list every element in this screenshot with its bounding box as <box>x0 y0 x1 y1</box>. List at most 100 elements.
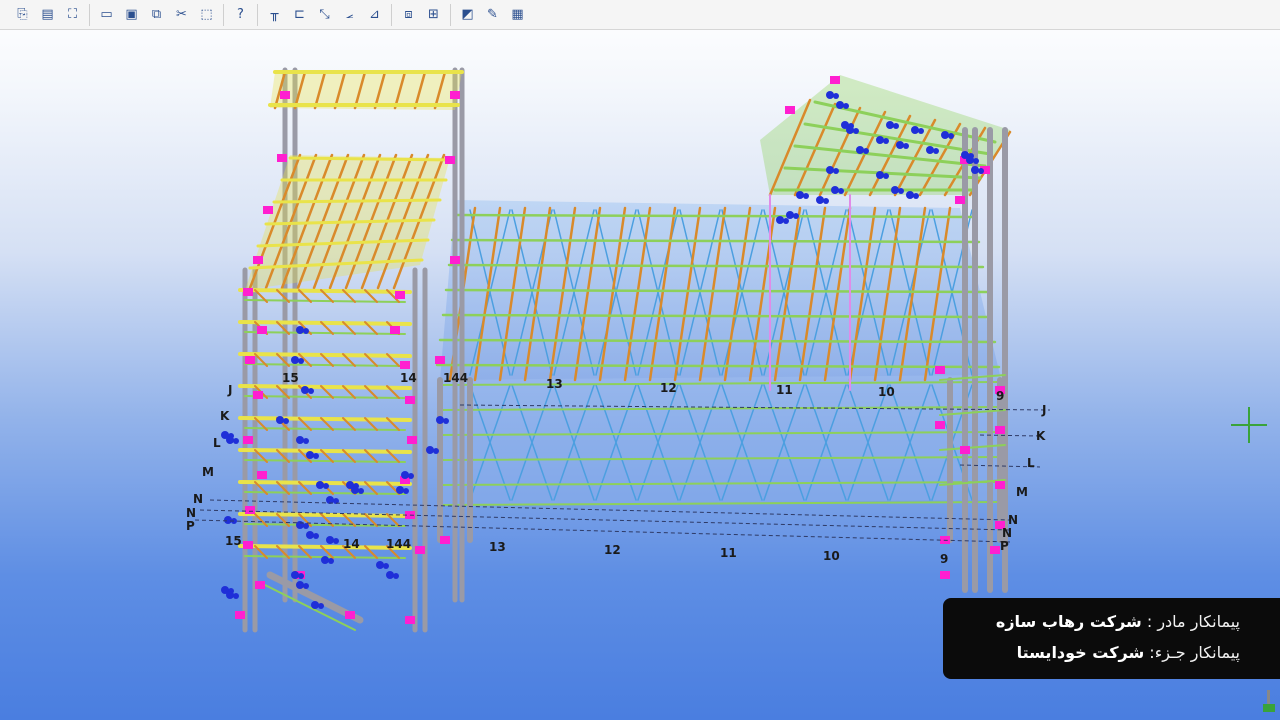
grid-label-left-m: M <box>202 465 214 479</box>
plane-button[interactable]: ⊿ <box>364 4 385 25</box>
floor-beam <box>238 384 412 390</box>
bolt <box>978 168 984 174</box>
bolt <box>311 601 319 609</box>
floor-beam <box>238 320 412 326</box>
bolt <box>303 583 309 589</box>
bolt <box>856 146 864 154</box>
bolt <box>408 473 414 479</box>
connection-plate <box>785 106 795 114</box>
bolt <box>296 326 304 334</box>
bolt <box>436 416 444 424</box>
snap-icon: ⦟ <box>345 7 354 22</box>
bolt <box>396 486 404 494</box>
report-button[interactable]: ▦ <box>507 4 528 25</box>
bolt <box>313 453 319 459</box>
toolbar-group-3: ? <box>224 3 258 26</box>
bolt <box>226 436 234 444</box>
copy-view-button[interactable]: ⧉ <box>146 4 167 25</box>
scissors-button[interactable]: ✂ <box>171 4 192 25</box>
grid-label-bottom-13: 13 <box>489 540 506 554</box>
bolt <box>883 173 889 179</box>
connection-plate <box>277 154 287 162</box>
bolt <box>846 126 854 134</box>
connection-plate <box>830 76 840 84</box>
floor-beam <box>238 544 412 550</box>
floor-beam <box>244 491 406 495</box>
connection-plate <box>253 256 263 264</box>
render-icon: ◩ <box>461 7 474 22</box>
floor-beam <box>244 395 406 399</box>
floor-beam <box>244 299 406 303</box>
bolt <box>891 186 899 194</box>
bolt <box>893 123 899 129</box>
bolt <box>283 418 289 424</box>
grid-label-top-144: 144 <box>443 371 468 385</box>
grid-label-top-15: 15 <box>282 371 299 385</box>
bolt <box>876 171 884 179</box>
toolbar-group-2: ▭ ▣ ⧉ ✂ ⬚ <box>90 3 224 26</box>
bolt <box>918 128 924 134</box>
new-model-button[interactable]: ⎘ <box>12 4 33 25</box>
bolt <box>803 193 809 199</box>
grid-label-left-n: N <box>186 506 196 520</box>
layers-button[interactable]: ⧈ <box>398 4 419 25</box>
snap-button[interactable]: ⦟ <box>339 4 360 25</box>
connection-plate <box>395 291 405 299</box>
bolt <box>376 561 384 569</box>
bolt <box>971 166 979 174</box>
grid-label-top-12: 12 <box>660 381 677 395</box>
bolt <box>906 191 914 199</box>
bolt <box>911 126 919 134</box>
bolt <box>298 573 304 579</box>
connection-plate <box>445 156 455 164</box>
bolt <box>898 188 904 194</box>
bolt <box>941 131 949 139</box>
angle-button[interactable]: ⊏ <box>289 4 310 25</box>
bolt <box>826 166 834 174</box>
save-model-button[interactable]: ⛶ <box>62 4 83 25</box>
properties-button[interactable]: ⊞ <box>423 4 444 25</box>
help-button[interactable]: ? <box>230 4 251 25</box>
properties-icon: ⊞ <box>428 7 439 22</box>
connection-plate <box>960 446 970 454</box>
connection-plate <box>450 256 460 264</box>
bolt <box>838 188 844 194</box>
bolt <box>926 146 934 154</box>
bolt <box>296 581 304 589</box>
window-button[interactable]: ▭ <box>96 4 117 25</box>
connection-plate <box>345 611 355 619</box>
connection-plate <box>245 356 255 364</box>
paint-button[interactable]: ✎ <box>482 4 503 25</box>
render-button[interactable]: ◩ <box>457 4 478 25</box>
bolt <box>224 516 232 524</box>
connection-plate <box>990 546 1000 554</box>
window-icon: ▭ <box>100 7 113 22</box>
bolt <box>318 603 324 609</box>
connection-plate <box>263 206 273 214</box>
grid-label-right-l: L <box>1027 456 1035 470</box>
connection-plate <box>255 581 265 589</box>
bolt <box>358 488 364 494</box>
measure-button[interactable]: ⤡ <box>314 4 335 25</box>
bolt <box>403 488 409 494</box>
floor-beam <box>238 352 412 358</box>
bolt <box>793 213 799 219</box>
bolt <box>233 593 239 599</box>
open-model-button[interactable]: ▤ <box>37 4 58 25</box>
connection-plate <box>440 536 450 544</box>
connection-plate <box>245 506 255 514</box>
grid-label-right-k: K <box>1036 429 1046 443</box>
bolt <box>776 216 784 224</box>
scissors-icon: ✂ <box>176 7 187 22</box>
grid-button[interactable]: ╥ <box>264 4 285 25</box>
view-button[interactable]: ▣ <box>121 4 142 25</box>
plane-icon: ⊿ <box>369 7 380 22</box>
toolbar-group-6: ◩ ✎ ▦ <box>451 4 534 26</box>
select-button[interactable]: ⬚ <box>196 4 217 25</box>
bolt <box>833 93 839 99</box>
bolt <box>433 448 439 454</box>
purlin <box>272 198 442 204</box>
connection-plate <box>405 396 415 404</box>
bolt <box>313 533 319 539</box>
grid-label-bottom-9: 9 <box>940 552 948 566</box>
